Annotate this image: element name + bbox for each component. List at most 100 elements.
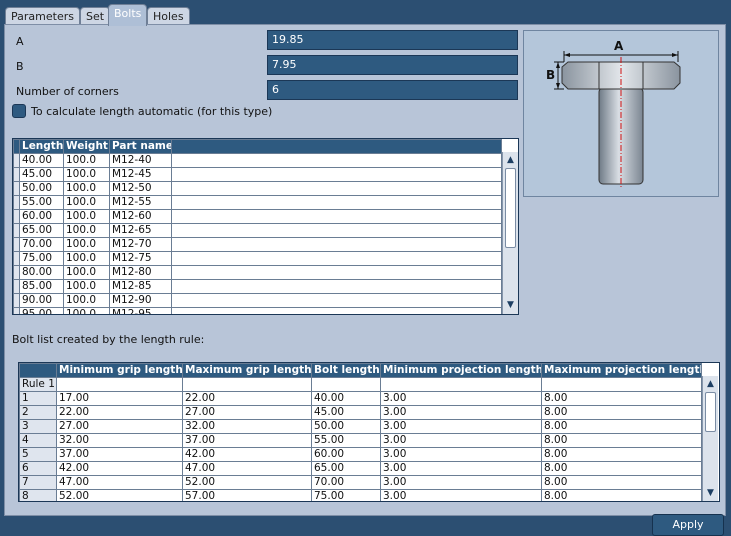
max-projection-cell[interactable]: 8.00 [541,447,702,462]
part-name-cell[interactable]: M12-95 [109,307,172,314]
table-row[interactable]: 80.00 100.0 M12-80 [13,265,502,280]
bolt-length-cell[interactable]: 70.00 [311,475,381,490]
table-row[interactable]: 6 42.00 47.00 65.00 3.00 8.00 [19,461,702,476]
rule-label-cell[interactable]: 3 [19,419,57,434]
rule-label-cell[interactable]: 1 [19,391,57,406]
max-grip-cell[interactable]: 37.00 [182,433,312,448]
scroll-up-icon[interactable]: ▲ [703,377,718,391]
min-projection-cell[interactable] [380,377,542,392]
scroll-thumb[interactable] [705,392,716,432]
table-row[interactable]: 2 22.00 27.00 45.00 3.00 8.00 [19,405,702,420]
apply-button[interactable]: Apply [652,514,724,536]
min-grip-cell[interactable] [56,377,183,392]
table-row[interactable]: 70.00 100.0 M12-70 [13,237,502,252]
max-grip-cell[interactable]: 57.00 [182,489,312,501]
bolt-length-cell[interactable]: 75.00 [311,489,381,501]
rule-label-cell[interactable]: 5 [19,447,57,462]
min-projection-cell[interactable]: 3.00 [380,391,542,406]
max-grip-cell[interactable]: 42.00 [182,447,312,462]
bolt-length-cell[interactable]: 50.00 [311,419,381,434]
min-grip-cell[interactable]: 52.00 [56,489,183,501]
min-grip-cell[interactable]: 42.00 [56,461,183,476]
field-a-input[interactable]: 19.85 [267,30,518,50]
length-cell[interactable]: 45.00 [19,167,64,182]
min-projection-cell[interactable]: 3.00 [380,461,542,476]
min-grip-cell[interactable]: 37.00 [56,447,183,462]
weight-cell[interactable]: 100.0 [63,251,110,266]
bolt-length-cell[interactable]: 60.00 [311,447,381,462]
column-header-min-grip[interactable]: Minimum grip length [56,363,183,378]
min-projection-cell[interactable]: 3.00 [380,475,542,490]
part-name-cell[interactable]: M12-60 [109,209,172,224]
length-cell[interactable]: 50.00 [19,181,64,196]
part-name-cell[interactable]: M12-90 [109,293,172,308]
length-cell[interactable]: 65.00 [19,223,64,238]
bolt-length-cell[interactable]: 45.00 [311,405,381,420]
column-header-max-projection[interactable]: Maximum projection length [541,363,702,378]
part-name-cell[interactable]: M12-80 [109,265,172,280]
weight-cell[interactable]: 100.0 [63,223,110,238]
length-cell[interactable]: 55.00 [19,195,64,210]
max-grip-cell[interactable]: 22.00 [182,391,312,406]
part-name-cell[interactable]: M12-70 [109,237,172,252]
length-cell[interactable]: 40.00 [19,153,64,168]
min-projection-cell[interactable]: 3.00 [380,419,542,434]
max-grip-cell[interactable] [182,377,312,392]
length-cell[interactable]: 60.00 [19,209,64,224]
table-row[interactable]: 4 32.00 37.00 55.00 3.00 8.00 [19,433,702,448]
table-row[interactable]: 95.00 100.0 M12-95 [13,307,502,314]
scroll-thumb[interactable] [505,168,516,248]
rule-label-cell[interactable]: 4 [19,433,57,448]
tab-bolts[interactable]: Bolts [108,4,148,26]
part-name-cell[interactable]: M12-45 [109,167,172,182]
min-projection-cell[interactable]: 3.00 [380,433,542,448]
weight-cell[interactable]: 100.0 [63,279,110,294]
max-projection-cell[interactable] [541,377,702,392]
length-cell[interactable]: 90.00 [19,293,64,308]
part-name-cell[interactable]: M12-75 [109,251,172,266]
min-projection-cell[interactable]: 3.00 [380,405,542,420]
column-header-max-grip[interactable]: Maximum grip length [182,363,312,378]
weight-cell[interactable]: 100.0 [63,195,110,210]
column-header-weight[interactable]: Weight [63,139,110,154]
table-row[interactable]: 50.00 100.0 M12-50 [13,181,502,196]
rule-label-cell[interactable]: 8 [19,489,57,501]
max-projection-cell[interactable]: 8.00 [541,391,702,406]
table-row[interactable]: 85.00 100.0 M12-85 [13,279,502,294]
max-grip-cell[interactable]: 32.00 [182,419,312,434]
scroll-up-icon[interactable]: ▲ [503,153,518,167]
part-name-cell[interactable]: M12-65 [109,223,172,238]
part-name-cell[interactable]: M12-40 [109,153,172,168]
scroll-down-icon[interactable]: ▼ [703,486,718,500]
table-row[interactable]: 40.00 100.0 M12-40 [13,153,502,168]
max-grip-cell[interactable]: 47.00 [182,461,312,476]
max-projection-cell[interactable]: 8.00 [541,405,702,420]
min-grip-cell[interactable]: 32.00 [56,433,183,448]
part-name-cell[interactable]: M12-50 [109,181,172,196]
table-row[interactable]: 5 37.00 42.00 60.00 3.00 8.00 [19,447,702,462]
column-header-min-projection[interactable]: Minimum projection length [380,363,542,378]
rule-label-cell[interactable]: 7 [19,475,57,490]
length-cell[interactable]: 85.00 [19,279,64,294]
length-table-scrollbar[interactable]: ▲ ▼ [502,152,518,314]
table-row[interactable]: 90.00 100.0 M12-90 [13,293,502,308]
table-row[interactable]: 45.00 100.0 M12-45 [13,167,502,182]
table-row[interactable]: 55.00 100.0 M12-55 [13,195,502,210]
length-cell[interactable]: 75.00 [19,251,64,266]
table-row[interactable]: 7 47.00 52.00 70.00 3.00 8.00 [19,475,702,490]
rule-label-cell[interactable]: 6 [19,461,57,476]
length-cell[interactable]: 95.00 [19,307,64,314]
bolt-length-cell[interactable] [311,377,381,392]
table-row[interactable]: 65.00 100.0 M12-65 [13,223,502,238]
auto-length-checkbox[interactable] [12,104,26,118]
weight-cell[interactable]: 100.0 [63,209,110,224]
weight-cell[interactable]: 100.0 [63,237,110,252]
weight-cell[interactable]: 100.0 [63,265,110,280]
weight-cell[interactable]: 100.0 [63,293,110,308]
weight-cell[interactable]: 100.0 [63,307,110,314]
column-header-part-name[interactable]: Part name [109,139,172,154]
max-grip-cell[interactable]: 52.00 [182,475,312,490]
column-header-bolt-length[interactable]: Bolt length [311,363,381,378]
min-grip-cell[interactable]: 47.00 [56,475,183,490]
max-projection-cell[interactable]: 8.00 [541,489,702,501]
